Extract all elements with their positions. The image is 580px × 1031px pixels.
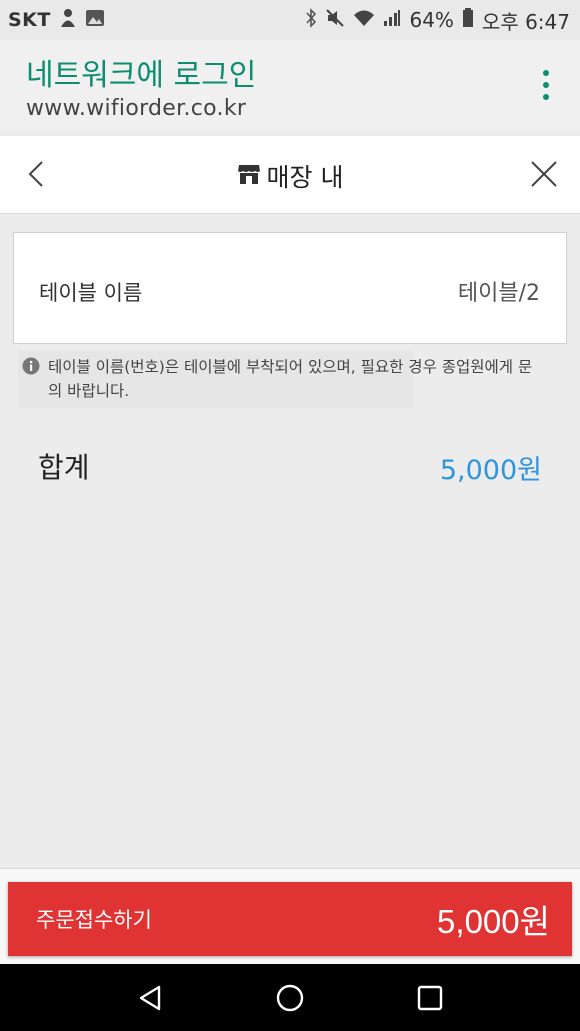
table-name-label: 테이블 이름 [39,281,143,305]
page-title-text: 매장 내 [266,163,344,192]
clock: 오후 6:47 [481,9,570,34]
circle-home-icon [276,984,304,1011]
system-back-button[interactable] [130,978,170,1018]
total-label: 합계 [38,451,90,484]
place-order-label: 주문접수하기 [36,909,152,932]
status-left: SKT [8,8,105,33]
total-amount: 5,000원 [439,455,542,486]
place-order-button[interactable]: 주문접수하기 5,000원 [8,882,572,956]
square-recents-icon [417,985,443,1010]
more-options-icon[interactable] [540,70,552,100]
wifi-icon [353,8,375,32]
portal-url: www.wifiorder.co.kr [26,96,247,121]
image-icon [85,8,105,32]
system-home-button[interactable] [270,978,310,1018]
mascot-icon [59,8,77,33]
info-note-text: 테이블 이름(번호)은 테이블에 부착되어 있으며, 필요한 경우 종업원에게 … [48,358,533,400]
store-icon [237,162,261,191]
status-bar: SKT 64% 오후 6:47 [0,0,580,40]
system-nav-bar [0,964,580,1031]
portal-title: 네트워크에 로그인 [26,58,257,93]
info-note: 테이블 이름(번호)은 테이블에 부착되어 있으며, 필요한 경우 종업원에게 … [22,355,542,403]
system-recents-button[interactable] [410,978,450,1018]
status-right: 64% 오후 6:47 [305,6,570,35]
close-button[interactable] [528,158,560,190]
table-name-field[interactable]: 테이블 이름 테이블/2 [13,232,567,344]
battery-level: 64% [409,8,454,32]
info-icon [22,357,40,403]
signal-icon [383,8,401,32]
triangle-back-icon [139,985,161,1010]
portal-header: 네트워크에 로그인 www.wifiorder.co.kr [0,40,580,130]
battery-icon [462,7,474,33]
nav-bar: 매장 내 [0,136,580,214]
mute-icon [325,8,345,33]
table-name-value: 테이블/2 [457,281,540,306]
place-order-amount: 5,000원 [437,903,550,940]
page-title: 매장 내 [0,158,580,194]
bluetooth-icon [305,7,317,33]
close-icon [531,161,557,187]
carrier-name: SKT [8,9,51,31]
